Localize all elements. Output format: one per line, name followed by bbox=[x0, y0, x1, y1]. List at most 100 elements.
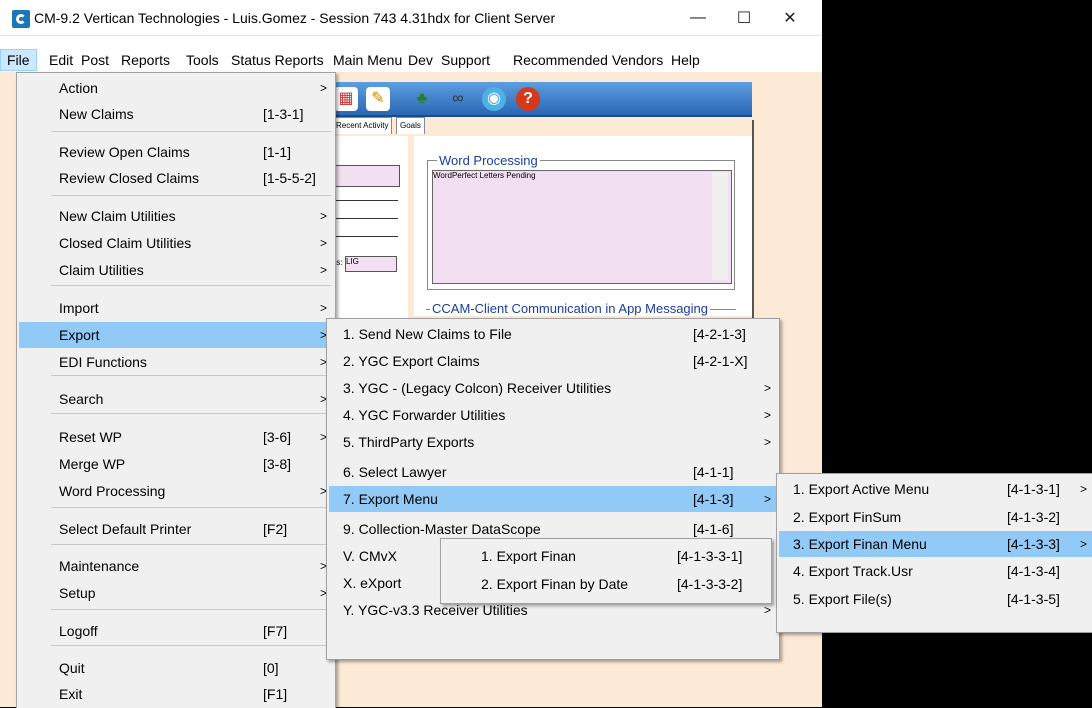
menu-main-menu[interactable]: Main Menu bbox=[327, 49, 408, 71]
file-menu-item-reset-wp[interactable]: Reset WP [3-6] > bbox=[19, 424, 333, 450]
file-menu: Action > New Claims [1-3-1] Review Open Clai… bbox=[16, 72, 336, 708]
export-menu-item-4-ygc-forwarder-utilities[interactable]: 4. YGC Forwarder Utilities > bbox=[329, 402, 777, 428]
export-menu-item-6-select-lawyer[interactable]: 6. Select Lawyer [4-1-1] bbox=[329, 459, 777, 485]
menu-item-label: Quit bbox=[59, 660, 85, 676]
file-menu-item-select-default-printer[interactable]: Select Default Printer [F2] bbox=[19, 516, 333, 542]
export-menu-item-5-thirdparty-exports[interactable]: 5. ThirdParty Exports > bbox=[329, 429, 777, 455]
export-submenu-item-4-export-track-usr[interactable]: 4. Export Track.Usr [4-1-3-4] bbox=[779, 558, 1092, 584]
file-menu-item-word-processing[interactable]: Word Processing > bbox=[19, 478, 333, 504]
export-menu-item-7-export-menu[interactable]: 7. Export Menu [4-1-3] > bbox=[329, 486, 777, 512]
file-menu-item-quit[interactable]: Quit [0] bbox=[19, 655, 333, 681]
menu-item-shortcut: [4-1-1] bbox=[693, 464, 734, 480]
chevron-right-icon: > bbox=[1079, 537, 1087, 551]
finan-menu-item-2-export-finan-by-date[interactable]: 2. Export Finan by Date [4-1-3-3-2] bbox=[443, 571, 769, 597]
file-menu-item-logoff[interactable]: Logoff [F7] bbox=[19, 618, 333, 644]
file-menu-item-review-closed-claims[interactable]: Review Closed Claims [1-5-5-2] bbox=[19, 165, 333, 191]
file-menu-item-export[interactable]: Export > bbox=[19, 322, 333, 348]
chevron-right-icon: > bbox=[763, 408, 771, 422]
chevron-right-icon: > bbox=[319, 236, 327, 250]
menu-support[interactable]: Support bbox=[435, 49, 496, 71]
menu-item-label: 3. Export Finan Menu bbox=[793, 536, 927, 552]
menu-edit[interactable]: Edit bbox=[43, 49, 79, 71]
menu-item-label: 2. Export Finan by Date bbox=[481, 576, 629, 592]
menu-item-label: 2. YGC Export Claims bbox=[343, 353, 480, 369]
binoculars-icon[interactable]: ∞ bbox=[446, 87, 470, 111]
menu-item-label: Review Closed Claims bbox=[59, 170, 200, 186]
menu-item-shortcut: [4-2-1-X] bbox=[693, 353, 748, 369]
export-submenu-item-2-export-finsum[interactable]: 2. Export FinSum [4-1-3-2] bbox=[779, 504, 1092, 530]
menu-status-reports[interactable]: Status Reports bbox=[225, 49, 330, 71]
menu-item-label: V. CMvX bbox=[343, 548, 397, 564]
help-icon[interactable]: ? bbox=[516, 87, 540, 111]
menu-separator bbox=[51, 609, 331, 610]
export-submenu-item-5-export-file-s[interactable]: 5. Export File(s) [4-1-3-5] bbox=[779, 586, 1092, 612]
menu-file[interactable]: File bbox=[0, 49, 37, 71]
file-menu-item-search[interactable]: Search > bbox=[19, 386, 333, 412]
menu-item-label: Reset WP bbox=[59, 429, 123, 445]
word-processing-list[interactable]: WordPerfect Letters Pending bbox=[432, 170, 732, 284]
toolbar: ▦ ✎ ♣ ∞ ◉ ? bbox=[320, 82, 752, 117]
file-menu-item-maintenance[interactable]: Maintenance > bbox=[19, 553, 333, 579]
menu-help[interactable]: Help bbox=[665, 49, 706, 71]
title-bar: CM-9.2 Vertican Technologies - Luis.Gome… bbox=[0, 0, 822, 36]
export-menu-item-3-ygc-legacy-colcon-receiver-utilities[interactable]: 3. YGC - (Legacy Colcon) Receiver Utilit… bbox=[329, 375, 777, 401]
menu-item-label: 5. Export File(s) bbox=[793, 591, 892, 607]
file-menu-item-claim-utilities[interactable]: Claim Utilities > bbox=[19, 257, 333, 283]
window-title: CM-9.2 Vertican Technologies - Luis.Gome… bbox=[34, 10, 556, 26]
menu-item-shortcut: [4-1-3-3-2] bbox=[677, 576, 743, 592]
file-menu-item-merge-wp[interactable]: Merge WP [3-8] bbox=[19, 451, 333, 477]
chevron-right-icon: > bbox=[319, 263, 327, 277]
chevron-right-icon: > bbox=[319, 81, 327, 95]
globe-icon[interactable]: ◉ bbox=[482, 87, 506, 111]
file-menu-item-action[interactable]: Action > bbox=[19, 75, 333, 101]
menu-item-label: 1. Send New Claims to File bbox=[343, 326, 512, 342]
menu-item-label: X. eXport bbox=[343, 575, 402, 591]
field-underline bbox=[330, 218, 398, 219]
word-processing-item[interactable]: WordPerfect Letters Pending bbox=[433, 171, 536, 180]
menu-item-shortcut: [3-8] bbox=[263, 456, 292, 472]
file-menu-item-import[interactable]: Import > bbox=[19, 295, 333, 321]
close-button[interactable]: ✕ bbox=[768, 4, 812, 32]
maximize-button[interactable]: ☐ bbox=[722, 4, 766, 32]
file-menu-item-edi-functions[interactable]: EDI Functions > bbox=[19, 349, 333, 375]
calendar-icon[interactable]: ▦ bbox=[334, 87, 358, 111]
menu-item-label: Action bbox=[59, 80, 98, 96]
finan-menu-item-1-export-finan[interactable]: 1. Export Finan [4-1-3-3-1] bbox=[443, 543, 769, 569]
initials-field[interactable]: LIG bbox=[345, 256, 397, 272]
menu-item-shortcut: [3-6] bbox=[263, 429, 292, 445]
file-menu-item-setup[interactable]: Setup > bbox=[19, 580, 333, 606]
tab-strip: Recent Activity Goals bbox=[320, 117, 752, 135]
export-menu-item-1-send-new-claims-to-file[interactable]: 1. Send New Claims to File [4-2-1-3] bbox=[329, 321, 777, 347]
minimize-button[interactable]: — bbox=[676, 4, 720, 32]
chevron-right-icon: > bbox=[763, 435, 771, 449]
word-processing-scrollbar[interactable] bbox=[712, 172, 728, 280]
tab-goals[interactable]: Goals bbox=[396, 117, 425, 134]
export-finan-menu: 1. Export Finan [4-1-3-3-1] 2. Export Fina… bbox=[440, 538, 772, 604]
menu-tools[interactable]: Tools bbox=[180, 49, 225, 71]
export-submenu-item-1-export-active-menu[interactable]: 1. Export Active Menu [4-1-3-1] > bbox=[779, 476, 1092, 502]
file-menu-item-closed-claim-utilities[interactable]: Closed Claim Utilities > bbox=[19, 230, 333, 256]
file-menu-item-new-claim-utilities[interactable]: New Claim Utilities > bbox=[19, 203, 333, 229]
file-menu-item-review-open-claims[interactable]: Review Open Claims [1-1] bbox=[19, 139, 333, 165]
export-menu-item-2-ygc-export-claims[interactable]: 2. YGC Export Claims [4-2-1-X] bbox=[329, 348, 777, 374]
file-menu-item-exit[interactable]: Exit [F1] bbox=[19, 681, 333, 707]
menu-item-label: Import bbox=[59, 300, 99, 316]
claim-field[interactable]: 2 bbox=[330, 165, 400, 187]
file-menu-item-new-claims[interactable]: New Claims [1-3-1] bbox=[19, 101, 333, 127]
menu-item-label: Select Default Printer bbox=[59, 521, 192, 537]
menu-reports[interactable]: Reports bbox=[115, 49, 176, 71]
menu-item-shortcut: [0] bbox=[263, 660, 279, 676]
export-submenu-item-3-export-finan-menu[interactable]: 3. Export Finan Menu [4-1-3-3] > bbox=[779, 531, 1092, 557]
menu-separator bbox=[51, 375, 331, 376]
notes-icon[interactable]: ✎ bbox=[366, 87, 390, 111]
menu-item-label: Export bbox=[59, 327, 100, 343]
export-menu: 1. Send New Claims to File [4-2-1-3] 2. YG… bbox=[326, 318, 780, 660]
menu-dev[interactable]: Dev bbox=[402, 49, 439, 71]
word-processing-legend: Word Processing bbox=[437, 153, 540, 168]
tree-icon[interactable]: ♣ bbox=[410, 87, 434, 111]
menu-bar: File Edit Post Reports Tools Status Repo… bbox=[0, 45, 822, 72]
menu-item-label: Word Processing bbox=[59, 483, 166, 499]
menu-post[interactable]: Post bbox=[75, 49, 115, 71]
tab-recent-activity[interactable]: Recent Activity bbox=[332, 117, 393, 134]
menu-recommended-vendors[interactable]: Recommended Vendors bbox=[507, 49, 669, 71]
